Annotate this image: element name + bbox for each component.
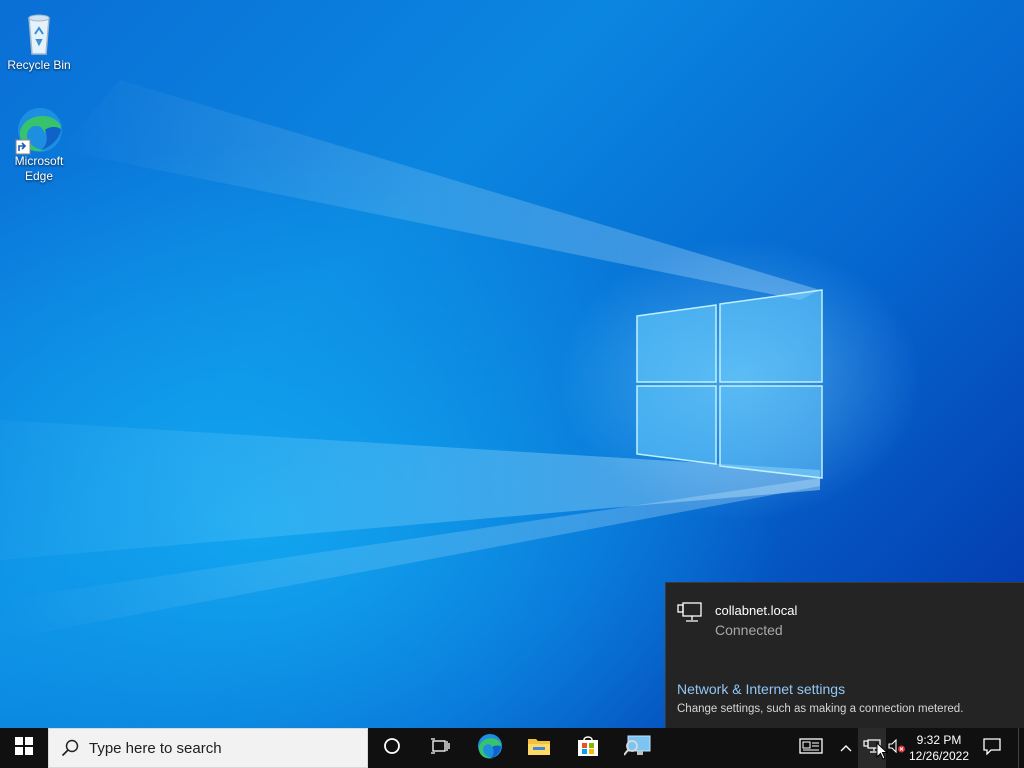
file-explorer-icon — [527, 736, 551, 761]
desktop-icon-recycle-bin[interactable]: Recycle Bin — [3, 8, 75, 73]
cortana-icon — [383, 737, 401, 760]
edge-icon — [477, 733, 503, 764]
windows-start-icon — [15, 736, 33, 760]
store-icon — [576, 734, 600, 763]
desktop-background: Recycle Bin Microsoft Edge collabnet.loc… — [0, 0, 1024, 728]
notification-icon — [983, 737, 1001, 760]
start-button[interactable] — [0, 728, 48, 768]
clock[interactable]: 9:32 PM 12/26/2022 — [908, 728, 970, 768]
clock-date: 12/26/2022 — [908, 749, 970, 763]
edge-desktop-label: Microsoft Edge — [14, 154, 64, 183]
taskbar-search-box[interactable]: Type here to search — [48, 728, 368, 768]
network-flyout: collabnet.local Connected Network & Inte… — [665, 582, 1024, 728]
network-settings-description: Change settings, such as making a connec… — [677, 703, 964, 715]
desktop-icon-microsoft-edge[interactable]: Microsoft Edge — [3, 104, 75, 184]
remote-desktop-icon — [623, 735, 652, 762]
taskbar-file-explorer-button[interactable] — [514, 728, 564, 768]
chevron-up-icon — [840, 739, 852, 757]
task-view-icon — [430, 737, 450, 760]
search-placeholder: Type here to search — [89, 739, 222, 757]
taskbar-remote-desktop-button[interactable] — [612, 728, 664, 768]
clock-time: 9:32 PM — [916, 733, 962, 747]
network-name[interactable]: collabnet.local — [715, 603, 797, 618]
network-status: Connected — [715, 622, 783, 638]
network-settings-link[interactable]: Network & Internet settings — [677, 681, 845, 697]
news-widget-button[interactable] — [794, 728, 828, 768]
recycle-bin-label: Recycle Bin — [7, 58, 71, 72]
news-icon — [799, 737, 823, 759]
edge-desktop-icon — [15, 104, 63, 155]
ethernet-icon — [677, 602, 703, 629]
volume-muted-icon — [888, 738, 906, 758]
volume-tray-button[interactable] — [886, 728, 908, 768]
recycle-bin-icon — [15, 8, 63, 56]
taskbar-store-button[interactable] — [564, 728, 612, 768]
cortana-button[interactable] — [368, 728, 416, 768]
windows-logo-wallpaper — [636, 289, 823, 479]
taskbar-edge-button[interactable] — [466, 728, 514, 768]
action-center-button[interactable] — [976, 728, 1008, 768]
show-desktop-button[interactable] — [1018, 728, 1024, 768]
show-hidden-icons-button[interactable] — [836, 728, 856, 768]
search-icon — [61, 739, 79, 757]
task-view-button[interactable] — [416, 728, 464, 768]
taskbar: Type here to search 9:32 PM 12/26/2022 — [0, 728, 1024, 768]
